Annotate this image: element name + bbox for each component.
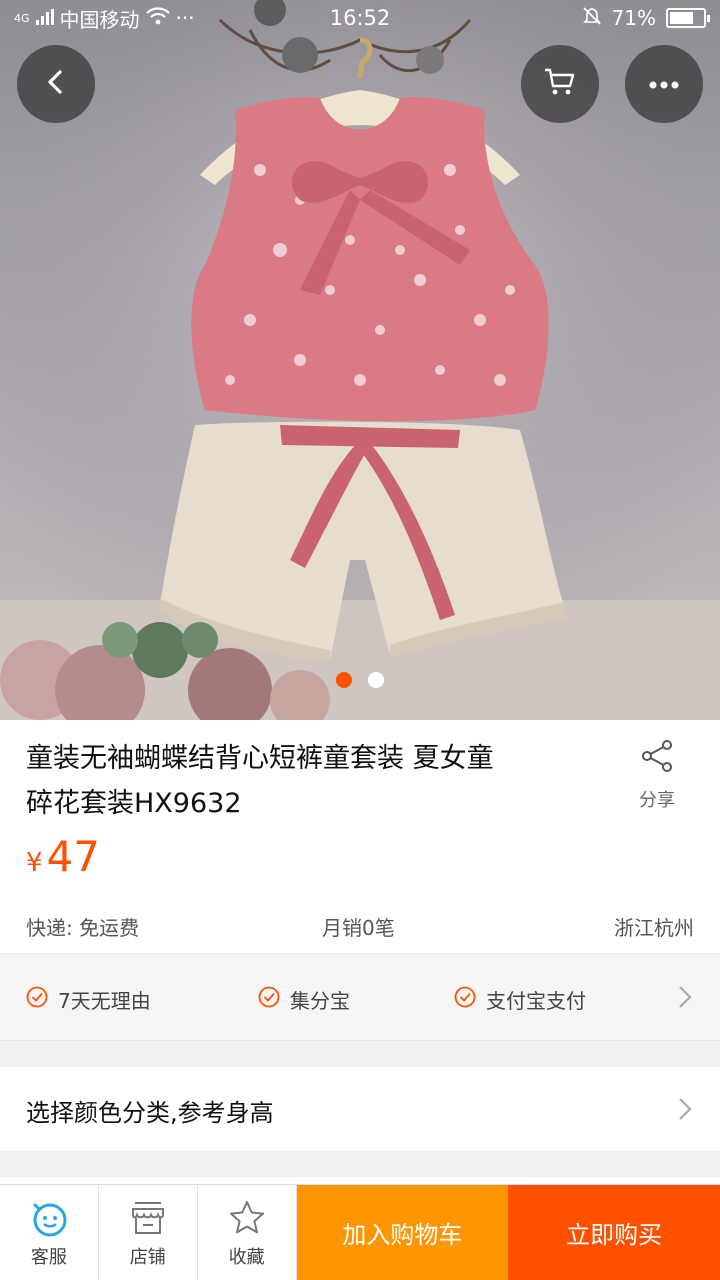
cart-button[interactable] — [521, 45, 599, 123]
share-button[interactable]: 分享 — [624, 738, 690, 812]
share-icon — [639, 740, 675, 778]
customer-service-label: 客服 — [30, 1247, 67, 1268]
buy-now-button[interactable]: 立即购买 — [508, 1185, 720, 1280]
product-title-line2: 碎花套装HX9632 — [26, 788, 242, 819]
battery-icon — [666, 8, 710, 28]
gallery-dot[interactable] — [368, 672, 384, 688]
guarantee-label: 7天无理由 — [58, 989, 151, 1013]
guarantee-item: 支付宝支付 — [454, 985, 586, 1014]
favorite-button[interactable]: 收藏 — [198, 1185, 297, 1280]
shipping-info: 快递: 免运费 — [26, 916, 140, 940]
guarantee-item: 集分宝 — [258, 985, 350, 1014]
chat-bubble-icon — [29, 1199, 69, 1243]
product-photo — [0, 0, 720, 720]
guarantee-label: 支付宝支付 — [486, 989, 586, 1013]
ship-from-location: 浙江杭州 — [614, 916, 694, 940]
service-guarantees-row[interactable]: 7天无理由 集分宝 支付宝支付 — [0, 955, 720, 1041]
share-label: 分享 — [639, 790, 675, 811]
more-button[interactable] — [625, 45, 703, 123]
shop-button[interactable]: 店铺 — [99, 1185, 198, 1280]
customer-service-button[interactable]: 客服 — [0, 1185, 99, 1280]
check-circle-icon — [26, 986, 48, 1013]
guarantee-item: 7天无理由 — [26, 985, 151, 1014]
sku-selector-row[interactable]: 选择颜色分类,参考身高 — [0, 1067, 720, 1151]
gallery-pagination — [0, 672, 720, 688]
store-icon — [129, 1199, 167, 1241]
guarantee-label: 集分宝 — [290, 989, 350, 1013]
back-button[interactable] — [17, 45, 95, 123]
shop-label: 店铺 — [129, 1247, 166, 1268]
product-title-line1: 童装无袖蝴蝶结背心短裤童套装 夏女童 — [26, 743, 494, 774]
gallery-dot[interactable] — [336, 672, 352, 688]
check-circle-icon — [454, 986, 476, 1013]
product-price: ¥ 47 — [26, 832, 100, 881]
favorite-label: 收藏 — [228, 1247, 265, 1268]
check-circle-icon — [258, 986, 280, 1013]
more-icon — [648, 75, 680, 94]
battery-level — [670, 12, 693, 24]
chevron-left-icon — [41, 67, 71, 101]
product-title: 童装无袖蝴蝶结背心短裤童套装 夏女童 碎花套装HX9632 — [26, 736, 596, 826]
status-bar: 4G 中国移动 ··· 16:52 71% — [0, 0, 720, 36]
bottom-action-bar: 客服 店铺 收藏 加入购物车 立即购买 — [0, 1184, 720, 1280]
cart-icon — [543, 67, 577, 101]
clock: 16:52 — [329, 6, 391, 30]
monthly-sales: 月销0笔 — [322, 916, 395, 940]
add-to-cart-button[interactable]: 加入购物车 — [296, 1185, 509, 1280]
sku-selector-label: 选择颜色分类,参考身高 — [26, 1099, 274, 1127]
chevron-right-icon — [678, 1097, 692, 1125]
price-currency: ¥ — [26, 848, 43, 878]
price-value: 47 — [46, 832, 100, 881]
product-image[interactable] — [0, 0, 720, 720]
chevron-right-icon — [678, 985, 692, 1013]
star-icon — [228, 1199, 266, 1241]
